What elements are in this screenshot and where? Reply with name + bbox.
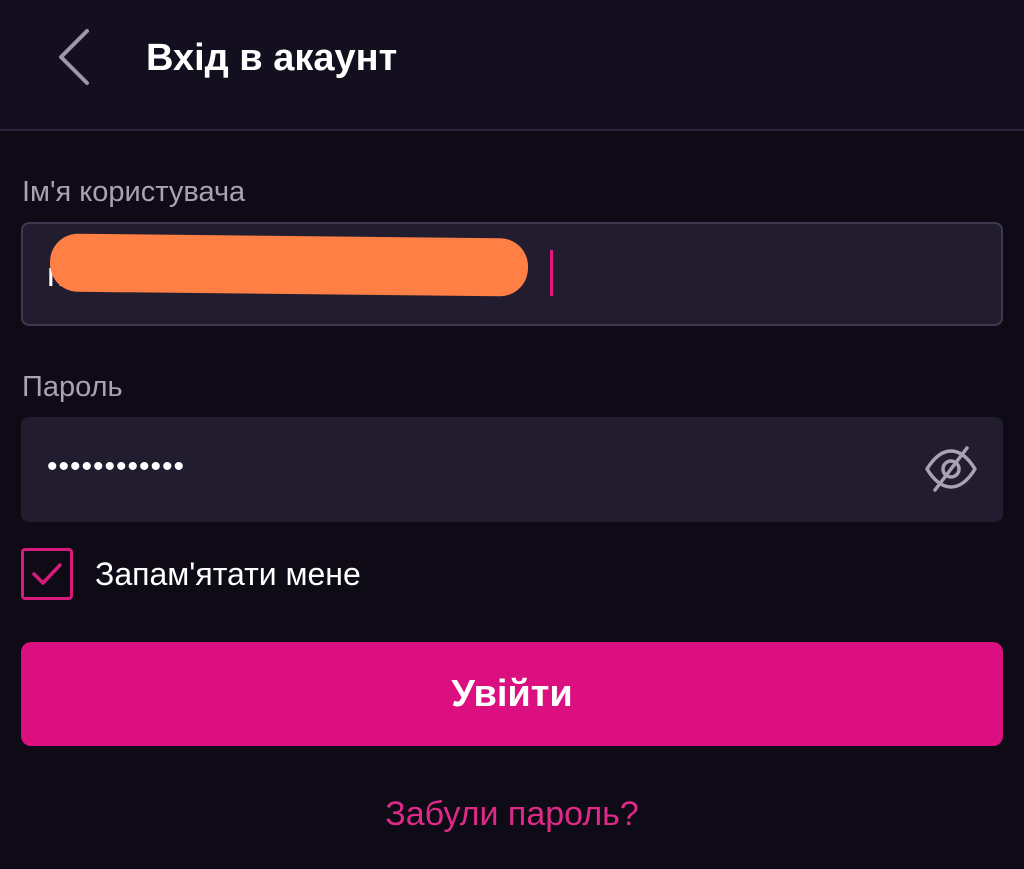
header-bar: Вхід в акаунт bbox=[0, 0, 1024, 131]
redaction-mark bbox=[49, 233, 529, 297]
back-button[interactable] bbox=[40, 22, 110, 92]
password-field[interactable]: •••••••••••• bbox=[21, 417, 1003, 522]
text-caret bbox=[550, 250, 553, 296]
toggle-password-visibility-button[interactable] bbox=[923, 443, 979, 495]
eye-off-icon bbox=[925, 446, 977, 492]
login-screen: Вхід в акаунт Ім'я користувача m m Парол… bbox=[0, 0, 1024, 869]
chevron-left-icon bbox=[59, 29, 89, 85]
remember-me-label: Запам'ятати мене bbox=[95, 556, 361, 592]
login-button[interactable]: Увійти bbox=[21, 642, 1003, 746]
username-label: Ім'я користувача bbox=[22, 176, 246, 208]
checkmark-icon bbox=[32, 563, 62, 585]
page-title: Вхід в акаунт bbox=[146, 37, 398, 79]
remember-me-checkbox[interactable] bbox=[21, 548, 73, 600]
forgot-password-link[interactable]: Забули пароль? bbox=[0, 792, 1024, 836]
password-value: •••••••••••• bbox=[47, 450, 186, 483]
password-label: Пароль bbox=[22, 371, 123, 403]
remember-me-row[interactable]: Запам'ятати мене bbox=[21, 548, 361, 600]
